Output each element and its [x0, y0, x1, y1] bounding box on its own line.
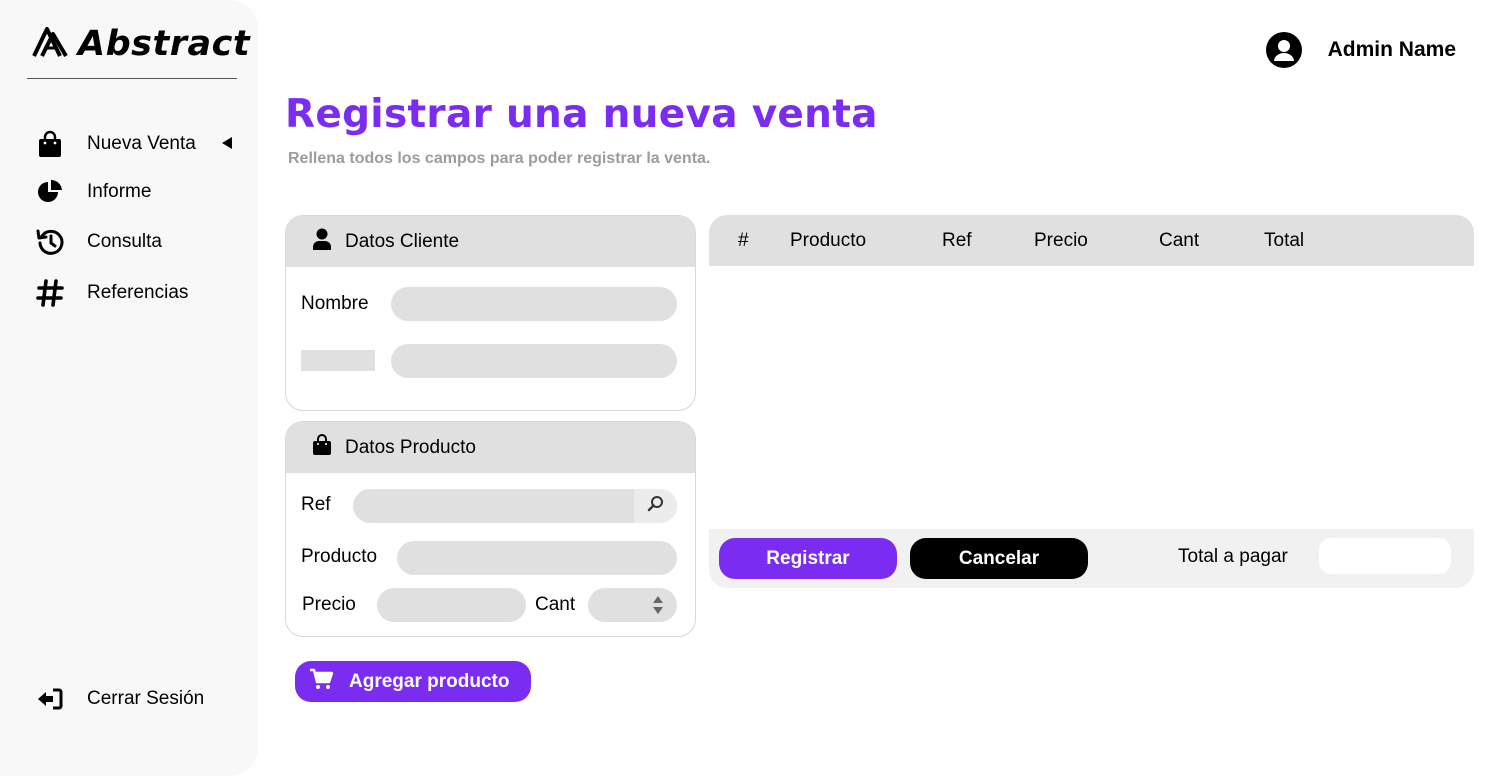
brand-name: Abstract [78, 24, 251, 64]
producto-panel: Datos Producto Ref Producto Precio Cant [285, 421, 696, 637]
user-menu[interactable]: Admin Name [1265, 32, 1456, 68]
column-header-cant: Cant [1159, 230, 1200, 251]
producto-panel-header: Datos Producto [286, 422, 695, 473]
producto-panel-title: Datos Producto [345, 436, 476, 458]
page-subtitle: Rellena todos los campos para poder regi… [288, 150, 711, 167]
cliente-second-input[interactable] [391, 344, 677, 378]
sales-table-header: # Producto Ref Precio Cant Total [709, 215, 1474, 266]
register-button[interactable]: Registrar [719, 538, 897, 579]
search-icon [647, 495, 665, 518]
column-header-ref: Ref [942, 230, 972, 251]
ref-search-input[interactable] [353, 489, 677, 523]
sales-table-body [709, 266, 1474, 529]
user-icon [312, 228, 332, 255]
stepper-arrows-icon [652, 594, 664, 621]
cliente-panel: Datos Cliente Nombre [285, 215, 696, 411]
brand-logo[interactable]: Abstract [32, 24, 250, 64]
shopping-bag-icon [312, 434, 332, 461]
redacted-label-placeholder [301, 350, 375, 371]
user-circle-icon [1265, 32, 1302, 68]
shopping-bag-icon [36, 130, 64, 158]
sidebar-item-label: Nueva Venta [87, 133, 196, 154]
cliente-panel-header: Datos Cliente [286, 216, 695, 267]
sales-footer: Registrar Cancelar Total a pagar [709, 529, 1474, 588]
hashtag-icon [36, 279, 64, 307]
total-value-field [1319, 538, 1451, 574]
column-header-total: Total [1264, 230, 1305, 251]
total-label: Total a pagar [1178, 546, 1288, 567]
sidebar-item-informe[interactable]: Informe [36, 172, 246, 212]
nombre-input[interactable] [391, 287, 677, 321]
shopping-cart-icon [309, 668, 334, 695]
logout-label: Cerrar Sesión [87, 688, 205, 709]
cant-label: Cant [535, 594, 576, 615]
precio-label: Precio [302, 594, 356, 615]
page-title: Registrar una nueva venta [285, 92, 878, 137]
user-name: Admin Name [1327, 38, 1456, 61]
add-product-label: Agregar producto [349, 670, 510, 692]
nombre-label: Nombre [301, 293, 369, 314]
precio-input[interactable] [377, 588, 526, 622]
ref-search-button[interactable] [634, 489, 677, 523]
sidebar-item-nueva-venta[interactable]: Nueva Venta [36, 124, 246, 164]
sidebar-item-label: Informe [87, 181, 152, 202]
sidebar-item-label: Consulta [87, 231, 162, 252]
sidebar-item-referencias[interactable]: Referencias [36, 273, 246, 313]
producto-input[interactable] [397, 541, 677, 575]
sign-out-icon [36, 685, 64, 713]
column-header-producto: Producto [790, 230, 867, 251]
column-header-number: # [738, 230, 749, 251]
sidebar: Abstract Nueva Venta Informe Consulta Re… [0, 0, 258, 776]
logout-button[interactable]: Cerrar Sesión [36, 680, 246, 718]
producto-label: Producto [301, 546, 378, 567]
active-caret-icon [222, 137, 232, 149]
cancel-button[interactable]: Cancelar [910, 538, 1088, 579]
cant-stepper[interactable] [588, 588, 677, 622]
ref-label: Ref [301, 494, 331, 515]
abstract-logo-icon [32, 26, 68, 63]
add-product-button[interactable]: Agregar producto [295, 661, 531, 702]
sidebar-item-consulta[interactable]: Consulta [36, 222, 246, 262]
cliente-panel-title: Datos Cliente [345, 230, 460, 252]
history-icon [36, 228, 64, 256]
logo-divider [27, 78, 237, 79]
column-header-precio: Precio [1034, 230, 1088, 251]
pie-chart-icon [36, 178, 64, 206]
sidebar-item-label: Referencias [87, 282, 189, 303]
